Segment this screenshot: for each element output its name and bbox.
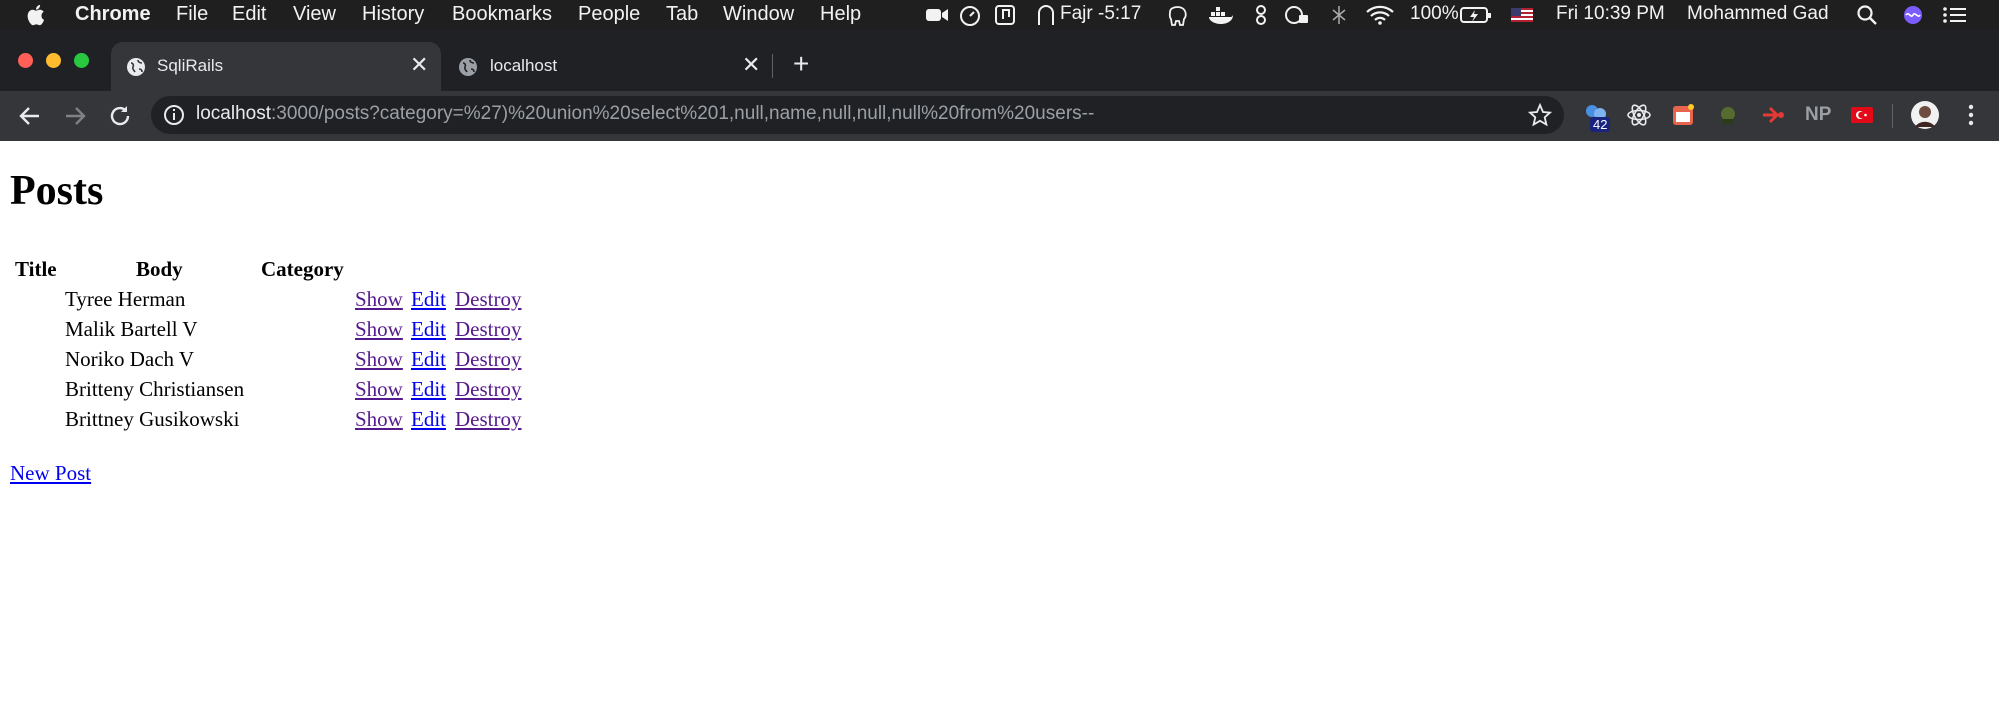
edit-link[interactable]: Edit	[411, 287, 446, 312]
menu-bookmarks[interactable]: Bookmarks	[452, 3, 552, 26]
show-link[interactable]: Show	[355, 377, 403, 402]
globe-icon	[459, 58, 477, 76]
window-close-button[interactable]	[18, 53, 33, 68]
turkey-flag-extension-icon[interactable]	[1849, 102, 1875, 128]
menu-view[interactable]: View	[293, 3, 336, 26]
page-content: Posts Title Body Category Tyree Herman S…	[0, 141, 1999, 710]
menu-window[interactable]: Window	[723, 3, 794, 26]
column-header-body: Body	[136, 257, 183, 281]
column-header-category: Category	[261, 257, 344, 281]
redirect-extension-icon[interactable]	[1760, 102, 1786, 128]
menu-people[interactable]: People	[578, 3, 640, 26]
react-devtools-icon[interactable]	[1626, 102, 1652, 128]
destroy-link[interactable]: Destroy	[455, 287, 522, 312]
destroy-link[interactable]: Destroy	[455, 407, 522, 432]
tab-title-localhost[interactable]: localhost	[490, 56, 557, 76]
postgres-elephant-icon[interactable]	[1166, 4, 1190, 26]
vpn-lock-icon[interactable]	[1284, 4, 1310, 26]
url-host: localhost	[196, 103, 271, 124]
profile-avatar-icon[interactable]	[1910, 100, 1940, 130]
table-row-body: Britteny Christiansen	[65, 377, 245, 401]
menu-file[interactable]: File	[176, 3, 208, 26]
wifi-icon[interactable]	[1365, 4, 1395, 26]
bitbar-icon[interactable]	[1253, 4, 1269, 26]
notification-center-icon[interactable]	[1942, 4, 1968, 26]
show-link[interactable]: Show	[355, 317, 403, 342]
battery-percent[interactable]: 100%	[1410, 3, 1459, 25]
new-tab-button[interactable]: +	[793, 50, 809, 78]
destroy-link[interactable]: Destroy	[455, 317, 522, 342]
show-link[interactable]: Show	[355, 347, 403, 372]
show-link[interactable]: Show	[355, 287, 403, 312]
mosque-icon[interactable]	[1036, 4, 1056, 26]
url-text[interactable]: localhost:3000/posts?category=%27)%20uni…	[196, 103, 1094, 125]
window-zoom-button[interactable]	[74, 53, 89, 68]
tab-title-sqlirails: SqliRails	[157, 56, 224, 75]
edit-link[interactable]: Edit	[411, 317, 446, 342]
us-flag-icon[interactable]	[1510, 4, 1534, 26]
extension-badge: 42	[1590, 117, 1611, 132]
macos-menu-bar: Chrome File Edit View History Bookmarks …	[0, 0, 1999, 30]
spotlight-search-icon[interactable]	[1856, 4, 1878, 26]
edit-link[interactable]: Edit	[411, 377, 446, 402]
prayer-time[interactable]: Fajr -5:17	[1060, 3, 1141, 25]
bookmark-star-icon[interactable]	[1528, 103, 1552, 127]
docker-icon[interactable]	[1207, 4, 1235, 26]
menu-tab[interactable]: Tab	[666, 3, 698, 26]
url-path: :3000/posts?category=%27)%20union%20sele…	[271, 103, 1095, 124]
toolbar-separator	[1892, 104, 1893, 128]
tab-close-icon[interactable]: ✕	[742, 52, 760, 78]
show-link[interactable]: Show	[355, 407, 403, 432]
new-post-link[interactable]: New Post	[10, 461, 91, 486]
destroy-link[interactable]: Destroy	[455, 377, 522, 402]
menu-history[interactable]: History	[362, 3, 424, 26]
page-title: Posts	[10, 168, 104, 214]
table-row-body: Malik Bartell V	[65, 317, 198, 341]
tab-separator	[772, 54, 773, 78]
edit-link[interactable]: Edit	[411, 407, 446, 432]
tab-close-icon[interactable]: ✕	[410, 52, 428, 78]
site-info-icon[interactable]	[163, 104, 185, 126]
table-row-body: Noriko Dach V	[65, 347, 195, 371]
destroy-link[interactable]: Destroy	[455, 347, 522, 372]
forward-arrow-icon[interactable]	[62, 103, 88, 129]
clock[interactable]: Fri 10:39 PM	[1556, 3, 1665, 25]
music-sheet-icon[interactable]	[994, 4, 1016, 26]
stopwatch-icon[interactable]	[958, 4, 982, 26]
chrome-menu-icon[interactable]	[1958, 102, 1984, 128]
reload-icon[interactable]	[107, 103, 133, 129]
bluetooth-like-icon[interactable]	[1329, 4, 1349, 26]
menu-edit[interactable]: Edit	[232, 3, 266, 26]
table-row-body: Brittney Gusikowski	[65, 407, 240, 431]
user-name[interactable]: Mohammed Gad	[1687, 3, 1829, 25]
calendar-extension-icon[interactable]	[1670, 102, 1696, 128]
globe-icon	[127, 58, 145, 76]
table-row-body: Tyree Herman	[65, 287, 186, 311]
siri-icon[interactable]	[1902, 4, 1924, 26]
column-header-title: Title	[15, 257, 57, 281]
edit-link[interactable]: Edit	[411, 347, 446, 372]
menu-help[interactable]: Help	[820, 3, 861, 26]
back-arrow-icon[interactable]	[17, 103, 43, 129]
battery-charging-icon[interactable]	[1460, 4, 1492, 26]
np-extension-icon[interactable]: NP	[1805, 104, 1831, 126]
spy-extension-icon[interactable]	[1715, 102, 1741, 128]
video-camera-icon[interactable]	[925, 4, 949, 26]
window-minimize-button[interactable]	[46, 53, 61, 68]
apple-icon[interactable]	[26, 3, 48, 27]
menu-app-chrome[interactable]: Chrome	[75, 3, 151, 26]
